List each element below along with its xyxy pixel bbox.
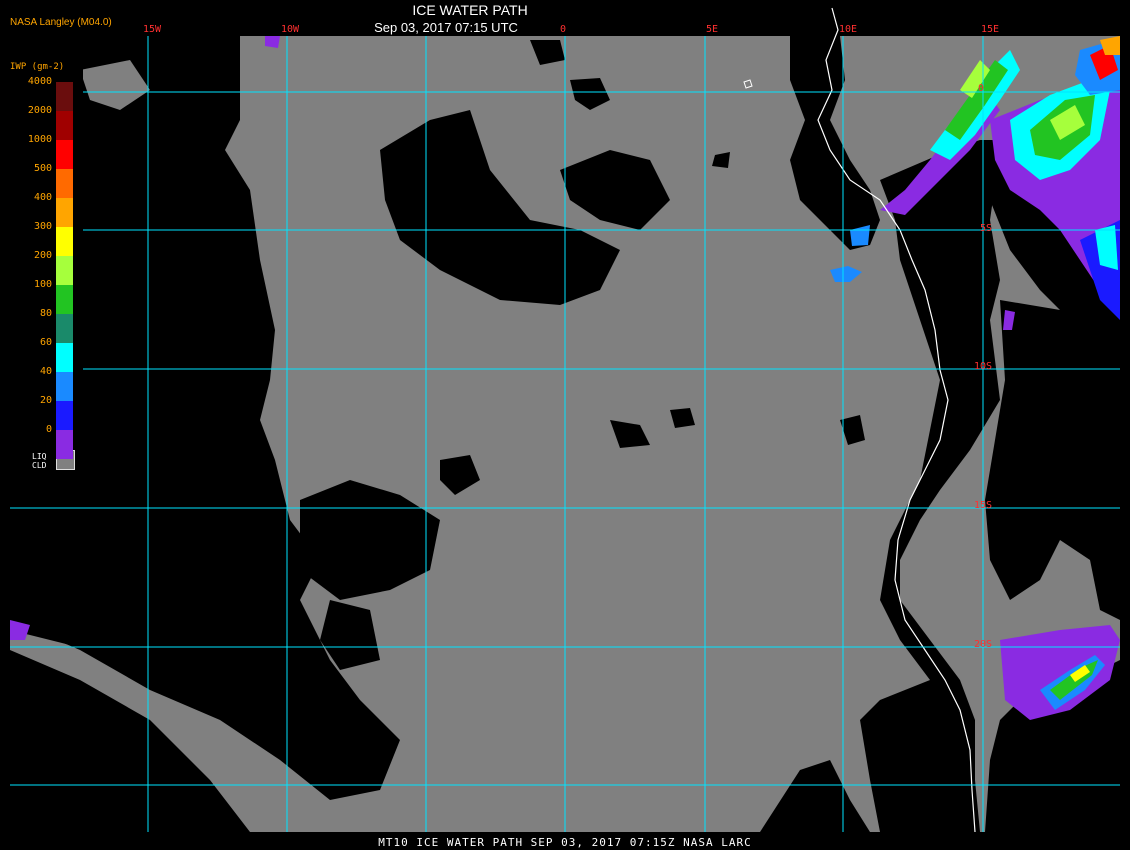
legend-swatch bbox=[56, 169, 73, 198]
legend-tick-label: 100 bbox=[33, 279, 52, 290]
legend-tick-label: 0 bbox=[45, 424, 52, 435]
longitude-label: 10E bbox=[838, 24, 858, 35]
legend-swatch bbox=[56, 227, 73, 256]
legend-swatch bbox=[56, 401, 73, 430]
legend-swatch bbox=[56, 82, 73, 111]
legend-tick-label: 40 bbox=[39, 366, 52, 377]
ice-water-path-map bbox=[10, 7, 1120, 833]
legend-swatch bbox=[56, 140, 73, 169]
legend-swatch bbox=[56, 343, 73, 372]
longitude-label: 15E bbox=[980, 24, 1000, 35]
latitude-label: 0 bbox=[978, 83, 985, 94]
latitude-label: 20S bbox=[974, 639, 993, 650]
legend-tick-label: 4000 bbox=[27, 76, 52, 87]
legend-tick-label: 300 bbox=[33, 221, 52, 232]
latitude-label: 15S bbox=[974, 500, 993, 511]
map-footer: MT10 ICE WATER PATH SEP 03, 2017 07:15Z … bbox=[378, 836, 752, 849]
longitude-label: 15W bbox=[142, 24, 162, 35]
iwp-legend: IWP (gm-2) LIQ CLD 4000 2000 1000 500 400 300… bbox=[8, 60, 83, 480]
legend-swatch bbox=[56, 256, 73, 285]
legend-swatch bbox=[56, 430, 73, 459]
legend-tick-label: 60 bbox=[39, 337, 52, 348]
legend-swatch bbox=[56, 285, 73, 314]
legend-tick-label: 500 bbox=[33, 163, 52, 174]
latitude-label: 10S bbox=[974, 361, 993, 372]
legend-swatch bbox=[56, 372, 73, 401]
longitude-label: 10W bbox=[280, 24, 300, 35]
longitude-label: 5E bbox=[705, 24, 719, 35]
legend-tick-label: 400 bbox=[33, 192, 52, 203]
latitude-label: 5S bbox=[980, 223, 993, 234]
legend-swatch bbox=[56, 314, 73, 343]
legend-tick-label: 2000 bbox=[27, 105, 52, 116]
longitude-label: 0 bbox=[559, 24, 567, 35]
legend-tick-label: 1000 bbox=[27, 134, 52, 145]
legend-title: IWP (gm-2) bbox=[10, 62, 65, 72]
legend-tick-label: 200 bbox=[33, 250, 52, 261]
legend-cloud-label: CLD bbox=[32, 461, 47, 470]
map-timestamp: Sep 03, 2017 07:15 UTC bbox=[374, 20, 518, 35]
legend-swatch bbox=[56, 111, 73, 140]
legend-tick-label: 20 bbox=[39, 395, 52, 406]
map-title: ICE WATER PATH bbox=[412, 2, 528, 18]
credit-label: NASA Langley (M04.0) bbox=[10, 17, 112, 28]
legend-liquid-label: LIQ bbox=[32, 452, 47, 461]
legend-tick-label: 80 bbox=[39, 308, 52, 319]
legend-swatch bbox=[56, 198, 73, 227]
